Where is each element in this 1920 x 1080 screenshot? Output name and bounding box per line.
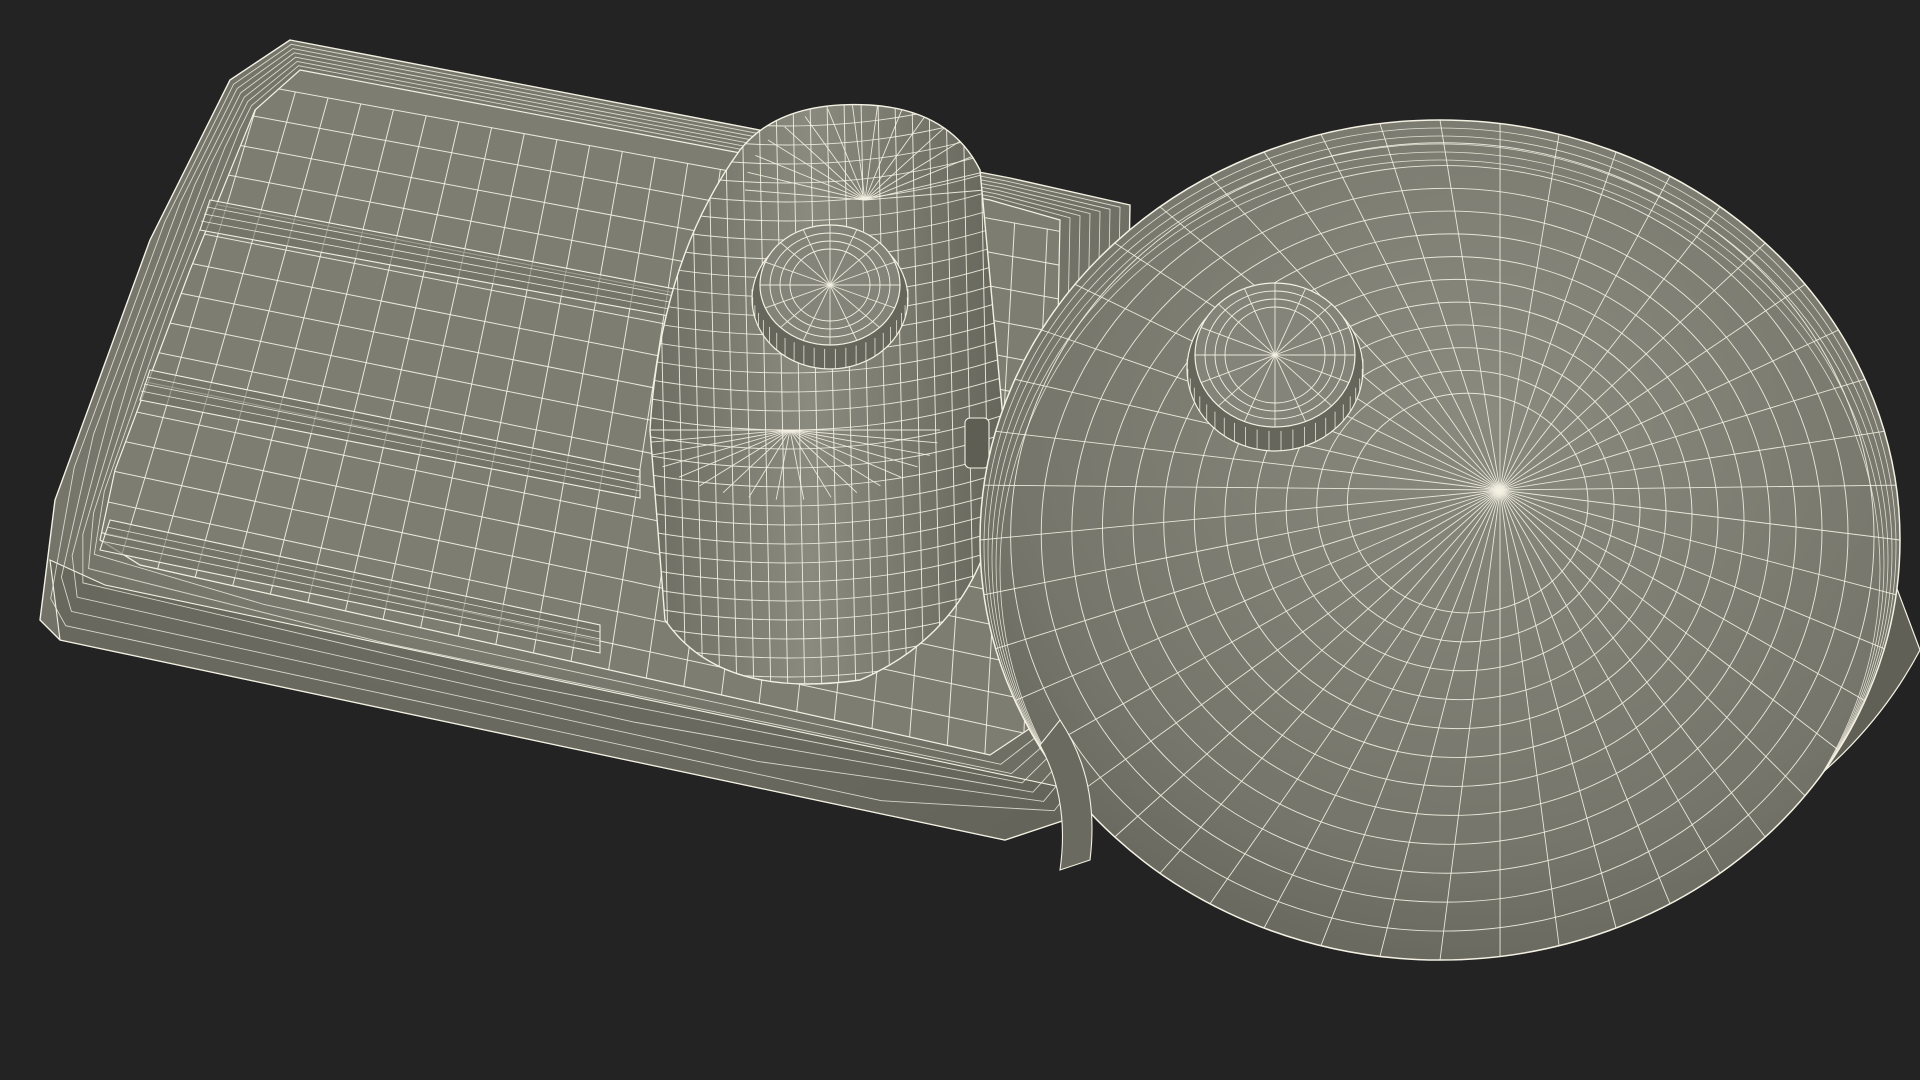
wireframe-render (0, 0, 1920, 1080)
render-viewport (0, 0, 1920, 1080)
side-peg (964, 417, 990, 469)
capsule-knob (751, 224, 909, 370)
disc-knob (1186, 282, 1364, 452)
